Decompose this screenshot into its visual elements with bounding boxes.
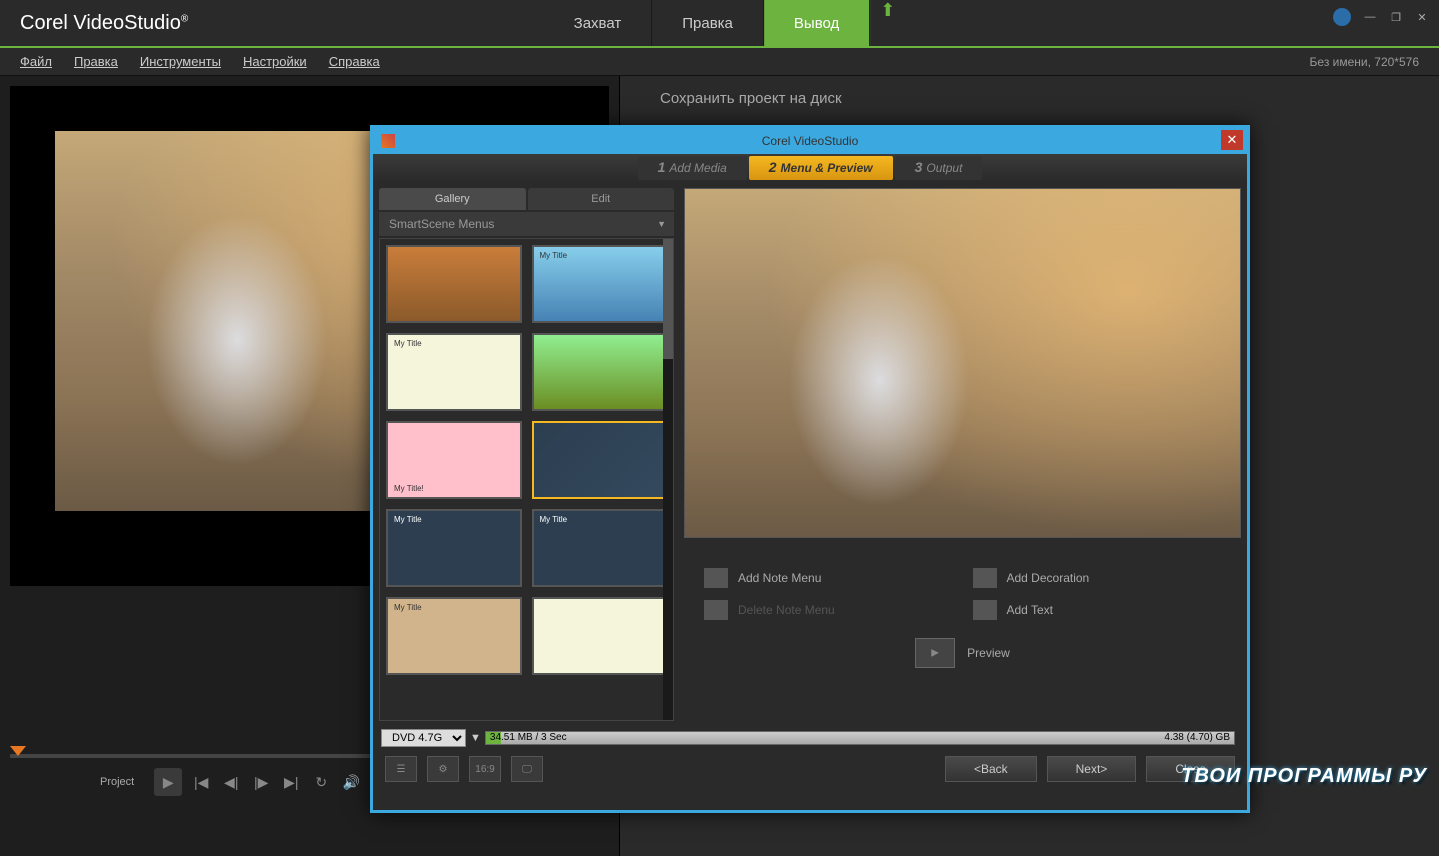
options-button[interactable]: ⚙ xyxy=(427,756,459,782)
close-button[interactable]: ✕ xyxy=(1415,10,1429,24)
disc-dialog: Corel VideoStudio ✕ 1Add Media 2Menu & P… xyxy=(370,125,1250,813)
next-button[interactable]: Next> xyxy=(1047,756,1137,782)
logo-video: Video xyxy=(68,12,124,34)
settings-button[interactable]: ☰ xyxy=(385,756,417,782)
preview-button[interactable]: Preview xyxy=(967,646,1010,660)
menu-template-5[interactable]: My Title! xyxy=(386,421,522,499)
globe-icon[interactable] xyxy=(1333,8,1351,26)
play-button[interactable]: ▶ xyxy=(154,768,182,796)
thumbnails-grid: My Title My Title My Title! My Title My … xyxy=(386,245,667,675)
menubar: Файл Правка Инструменты Настройки Справк… xyxy=(0,48,1439,76)
aspect-button[interactable]: 16:9 xyxy=(469,756,501,782)
add-decoration-button[interactable]: Add Decoration xyxy=(973,568,1222,588)
maximize-button[interactable]: ❐ xyxy=(1389,10,1403,24)
delete-note-menu-button: Delete Note Menu xyxy=(704,600,953,620)
tab-capture[interactable]: Захват xyxy=(544,0,653,46)
dialog-titlebar[interactable]: Corel VideoStudio ✕ xyxy=(373,128,1247,154)
gallery-panel: Gallery Edit SmartScene Menus My Title M… xyxy=(379,188,674,721)
menu-settings[interactable]: Настройки xyxy=(243,54,307,69)
prev-frame-button[interactable]: ◀| xyxy=(220,771,242,793)
main-tabs: Захват Правка Вывод ⬆ xyxy=(544,0,896,46)
menu-template-8[interactable]: My Title xyxy=(532,509,668,587)
step-menu-preview[interactable]: 2Menu & Preview xyxy=(749,156,893,180)
volume-button[interactable]: 🔊 xyxy=(340,771,362,793)
minimize-button[interactable]: — xyxy=(1363,10,1377,24)
menu-template-3[interactable]: My Title xyxy=(386,333,522,411)
dialog-app-icon xyxy=(381,134,395,148)
app-logo: Corel VideoStudio® xyxy=(20,12,188,35)
preview-button-row: Preview xyxy=(684,630,1241,676)
gallery-scrollbar[interactable] xyxy=(663,239,673,720)
disc-status-bar: DVD 4.7G ▼ 34.51 MB / 3 Sec 4.38 (4.70) … xyxy=(373,727,1247,749)
upload-icon[interactable]: ⬆ xyxy=(880,0,895,46)
logo-corel: Corel xyxy=(20,12,68,34)
logo-studio: Studio xyxy=(124,12,181,34)
decoration-icon xyxy=(973,568,997,588)
disc-used-label: 34.51 MB / 3 Sec xyxy=(490,732,567,743)
action-buttons: Add Note Menu Add Decoration Delete Note… xyxy=(684,538,1241,630)
menu-file[interactable]: Файл xyxy=(20,54,52,69)
dialog-body: Gallery Edit SmartScene Menus My Title M… xyxy=(373,182,1247,727)
gallery-tab[interactable]: Gallery xyxy=(379,188,526,210)
repeat-button[interactable]: ↻ xyxy=(310,771,332,793)
menu-template-6[interactable] xyxy=(532,421,668,499)
text-icon xyxy=(973,600,997,620)
menu-template-4[interactable] xyxy=(532,333,668,411)
display-button[interactable]: 🖵 xyxy=(511,756,543,782)
home-button[interactable]: |◀ xyxy=(190,771,212,793)
back-button[interactable]: <Back xyxy=(945,756,1037,782)
project-status: Без имени, 720*576 xyxy=(1310,55,1419,69)
dialog-title: Corel VideoStudio xyxy=(762,134,859,148)
disc-total-label: 4.38 (4.70) GB xyxy=(1164,732,1230,743)
end-button[interactable]: ▶| xyxy=(280,771,302,793)
add-text-button[interactable]: Add Text xyxy=(973,600,1222,620)
menu-edit[interactable]: Правка xyxy=(74,54,118,69)
gallery-tabs: Gallery Edit xyxy=(379,188,674,210)
tab-edit[interactable]: Правка xyxy=(652,0,764,46)
edit-tab[interactable]: Edit xyxy=(528,188,675,210)
menu-template-7[interactable]: My Title xyxy=(386,509,522,587)
menu-template-9[interactable]: My Title xyxy=(386,597,522,675)
project-label: Project xyxy=(100,776,134,788)
disc-type-select[interactable]: DVD 4.7G xyxy=(381,729,466,747)
tab-output[interactable]: Вывод xyxy=(764,0,870,46)
window-controls: — ❐ ✕ xyxy=(1333,8,1429,26)
step-add-media[interactable]: 1Add Media xyxy=(638,156,747,180)
dialog-close-button[interactable]: ✕ xyxy=(1221,130,1243,150)
menu-preview-panel: Add Note Menu Add Decoration Delete Note… xyxy=(684,188,1241,721)
scrubber-handle[interactable] xyxy=(10,746,26,756)
add-note-icon xyxy=(704,568,728,588)
menu-tools[interactable]: Инструменты xyxy=(140,54,221,69)
menu-type-dropdown[interactable]: SmartScene Menus xyxy=(379,212,674,236)
menu-help[interactable]: Справка xyxy=(329,54,380,69)
delete-note-icon xyxy=(704,600,728,620)
thumbnails-container: My Title My Title My Title! My Title My … xyxy=(379,238,674,721)
scrollbar-handle[interactable] xyxy=(663,239,673,359)
step-output[interactable]: 3Output xyxy=(895,156,983,180)
dialog-footer: ☰ ⚙ 16:9 🖵 <Back Next> Close xyxy=(373,749,1247,789)
menu-preview[interactable] xyxy=(684,188,1241,538)
menu-template-10[interactable] xyxy=(532,597,668,675)
next-frame-button[interactable]: |▶ xyxy=(250,771,272,793)
tv-preview-icon xyxy=(915,638,955,668)
menu-template-1[interactable] xyxy=(386,245,522,323)
wizard-steps: 1Add Media 2Menu & Preview 3Output xyxy=(373,154,1247,182)
add-note-menu-button[interactable]: Add Note Menu xyxy=(704,568,953,588)
menu-template-2[interactable]: My Title xyxy=(532,245,668,323)
disc-usage-bar: 34.51 MB / 3 Sec 4.38 (4.70) GB xyxy=(485,731,1235,745)
titlebar: Corel VideoStudio® Захват Правка Вывод ⬆… xyxy=(0,0,1439,48)
watermark: ТВОИ ПРОГРАММЫ РУ xyxy=(1181,765,1427,788)
save-header: Сохранить проект на диск xyxy=(620,76,1439,121)
